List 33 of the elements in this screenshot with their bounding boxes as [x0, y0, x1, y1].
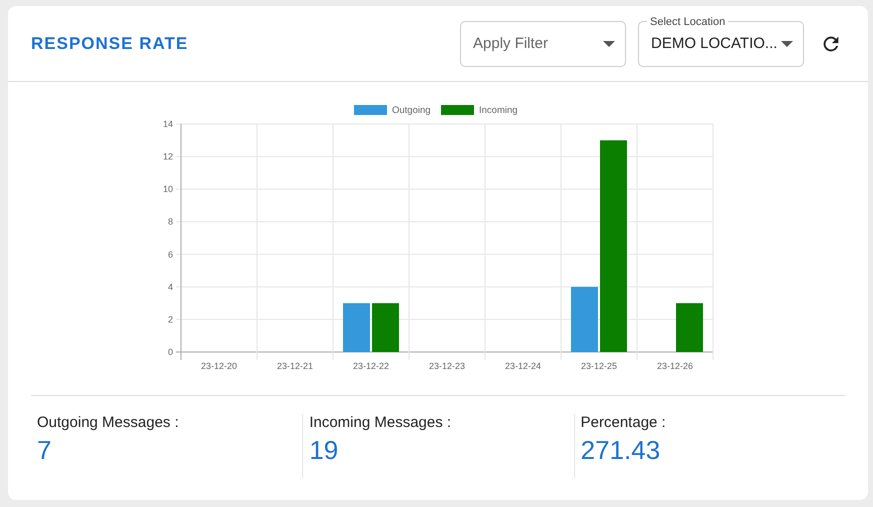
caret-icon [603, 40, 615, 46]
stat-value: 7 [37, 435, 52, 466]
x-tick-label: 23-12-20 [200, 361, 238, 371]
legend-label: Incoming [479, 105, 518, 116]
x-tick-label: 23-12-26 [656, 361, 694, 371]
x-tick-label: 23-12-24 [504, 361, 542, 371]
stat-label: Percentage : [580, 414, 667, 431]
panel-title: RESPONSE RATE [31, 34, 190, 54]
bar [571, 286, 598, 352]
stat-label: Incoming Messages : [309, 414, 452, 431]
legend-swatch [441, 105, 474, 115]
y-tick-label: 0 [168, 347, 173, 357]
y-tick-label: 6 [168, 249, 173, 260]
y-tick-label: 10 [162, 184, 173, 194]
y-tick-label: 8 [168, 216, 173, 227]
legend-swatch [354, 105, 387, 115]
y-tick-label: 4 [168, 282, 173, 292]
x-tick-label: 23-12-21 [276, 361, 314, 371]
stat-value: 271.43 [580, 435, 662, 466]
x-tick-label: 23-12-22 [352, 361, 390, 371]
legend-label: Outgoing [392, 105, 431, 116]
stat-label: Outgoing Messages : [37, 414, 180, 431]
x-tick-label: 23-12-25 [580, 361, 618, 371]
bar [343, 303, 370, 352]
y-tick-label: 2 [168, 314, 173, 324]
caret-icon [781, 40, 793, 46]
bar [676, 303, 703, 352]
x-tick-label: 23-12-23 [428, 361, 466, 371]
filter-dropdown[interactable]: Apply Filter [460, 20, 626, 66]
bar [372, 303, 399, 352]
y-tick-label: 12 [162, 152, 173, 162]
stat-value: 19 [309, 435, 340, 466]
y-tick-label: 14 [162, 119, 173, 129]
